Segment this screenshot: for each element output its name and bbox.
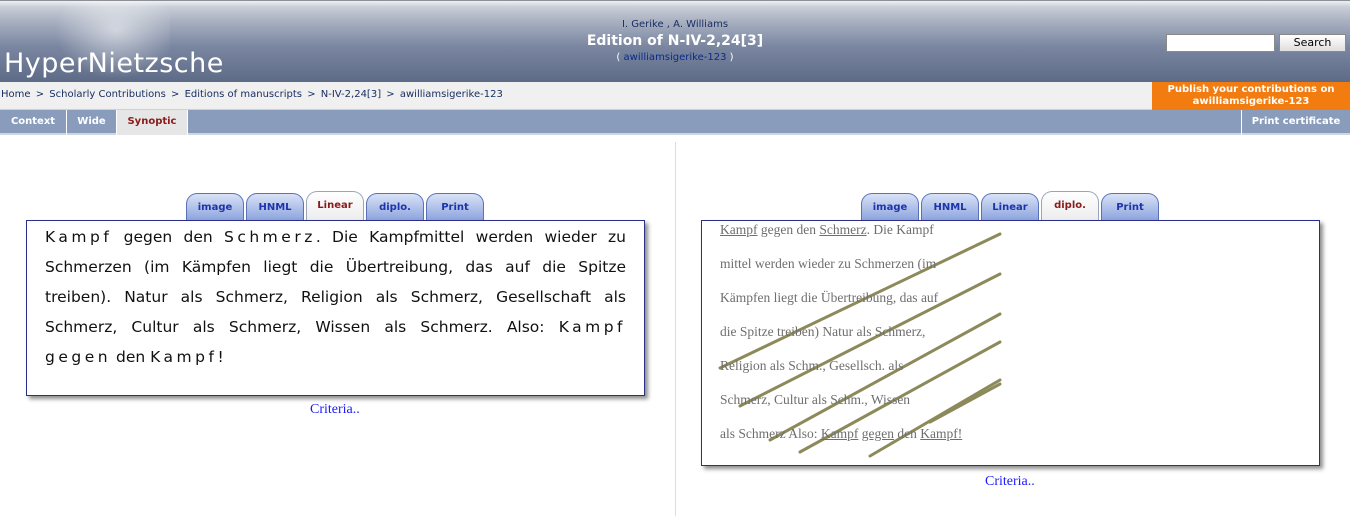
text-segment: gegen den [112, 228, 224, 246]
left-criteria-link[interactable]: Criteria.. [310, 402, 360, 418]
diplo-line-4: die Spitze treiben) Natur als Schmerz, [720, 324, 926, 339]
left-tab-linear[interactable]: Linear [306, 191, 364, 221]
diplo-line-7: als Schmerz Also: Kampf gegen den Kampf! [720, 426, 962, 442]
page-title: Edition of N-IV-2,24[3] [586, 33, 764, 49]
search-button[interactable]: Search [1279, 34, 1346, 52]
left-tab-image[interactable]: image [186, 193, 244, 221]
breadcrumb-separator: > [386, 89, 395, 100]
left-tab-print[interactable]: Print [426, 193, 484, 221]
publish-contributions-link[interactable]: Publish your contributions on awilliamsi… [1152, 82, 1350, 110]
diplo-line-3: Kämpfen liegt die Übertreibung, das auf [720, 290, 939, 305]
publish-line-1: Publish your contributions on [1167, 84, 1335, 95]
diplo-line-1: Kampf gegen den Schmerz. Die Kampf [720, 222, 934, 238]
diplo-word: gegen [861, 426, 894, 441]
pane-divider [675, 142, 676, 516]
breadcrumb-current: awilliamsigerike-123 [399, 89, 503, 100]
search-input[interactable] [1166, 34, 1275, 52]
diplo-line-5: Religion als Schm., Gesellsch. als [720, 358, 904, 373]
deletion-stroke [928, 382, 1002, 424]
edition-id-link[interactable]: awilliamsigerike-123 [624, 52, 727, 63]
breadcrumb-editions[interactable]: Editions of manuscripts [185, 89, 302, 100]
diplo-word: den [893, 426, 921, 441]
breadcrumb-manuscript[interactable]: N-IV-2,24[3] [321, 89, 381, 100]
right-tab-diplo[interactable]: diplo. [1041, 191, 1099, 221]
tab-wide[interactable]: Wide [67, 110, 117, 135]
breadcrumb-home[interactable]: Home [1, 89, 31, 100]
edition-authors: I. Gerike , A. Williams [621, 19, 729, 30]
site-logo[interactable]: HyperNietzsche [4, 48, 224, 79]
diplo-word: Schmerz [819, 222, 867, 237]
breadcrumb-separator: > [307, 89, 316, 100]
left-tab-hnml[interactable]: HNML [246, 193, 304, 221]
edition-id-line: ( awilliamsigerike-123 ) [616, 52, 734, 63]
diplo-word: als Schmerz Also: [720, 426, 821, 441]
diplo-word: gegen den [757, 222, 820, 237]
right-criteria-link[interactable]: Criteria.. [985, 474, 1035, 490]
breadcrumb-bar: Home > Scholarly Contributions > Edition… [0, 82, 1350, 110]
print-certificate-button[interactable]: Print certificate [1241, 110, 1350, 135]
text-segment: ! [217, 348, 224, 366]
header: HyperNietzsche I. Gerike , A. Williams E… [0, 0, 1350, 83]
breadcrumb-separator: > [170, 89, 180, 100]
breadcrumb-separator: > [35, 89, 45, 100]
left-tab-diplo[interactable]: diplo. [366, 193, 424, 221]
diplo-word: . Die Kampf [866, 222, 934, 237]
right-tab-hnml[interactable]: HNML [921, 193, 979, 221]
text-kampf-spaced: Kampf [45, 228, 113, 246]
edition-header: I. Gerike , A. Williams Edition of N-IV-… [475, 18, 875, 65]
right-tab-image[interactable]: image [861, 193, 919, 221]
text-schmerz-spaced: Schmerz [224, 228, 316, 246]
right-tab-linear[interactable]: Linear [981, 193, 1039, 221]
diplo-line-6: Schmerz, Cultur als Schm., Wissen [720, 392, 911, 407]
text-kampf-spaced: Kampf [150, 348, 218, 366]
text-segment: den [111, 348, 151, 366]
breadcrumb: Home > Scholarly Contributions > Edition… [1, 89, 503, 100]
publish-line-2: awilliamsigerike-123 [1192, 96, 1310, 107]
view-mode-bar: Context Wide Synoptic Print certificate [0, 110, 1350, 135]
tab-synoptic[interactable]: Synoptic [117, 110, 188, 135]
diplo-word: Kampf [820, 426, 859, 441]
linear-transcription: Kampf gegen den Schmerz. Die Kampfmittel… [45, 222, 626, 372]
diplo-word: Kampf! [920, 426, 963, 441]
diplo-line-2: mittel werden wieder zu Schmerzen (im [720, 256, 937, 271]
right-tab-print[interactable]: Print [1101, 193, 1159, 221]
tab-context[interactable]: Context [0, 110, 67, 135]
diplo-word: Kampf [720, 222, 758, 237]
breadcrumb-scholarly-contributions[interactable]: Scholarly Contributions [49, 89, 166, 100]
